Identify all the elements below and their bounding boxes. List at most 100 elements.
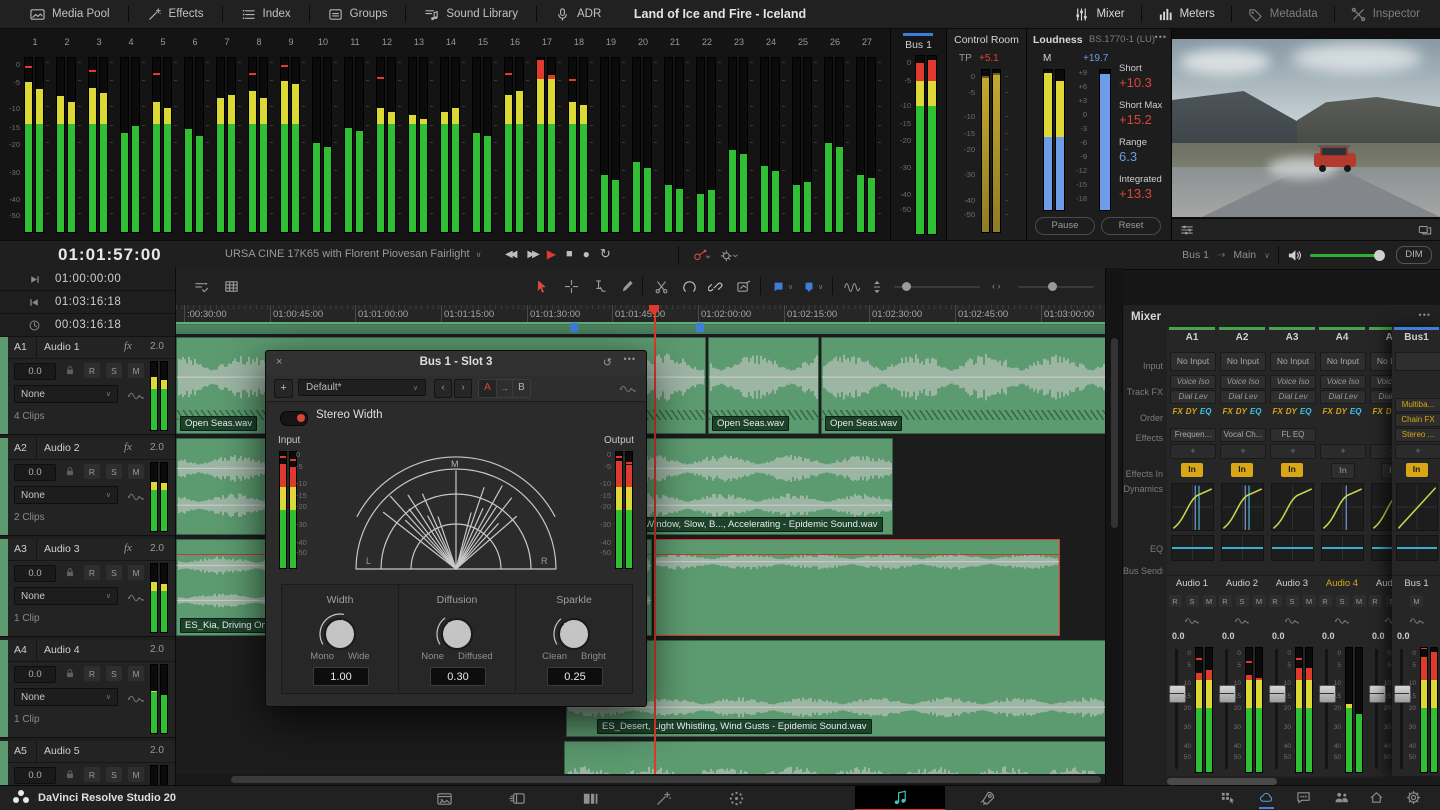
strip-pan-icon[interactable]: [1185, 614, 1199, 628]
strip-effects-in-toggle[interactable]: In: [1331, 463, 1355, 479]
toolbar-button-meters[interactable]: Meters: [1142, 0, 1231, 28]
strip-solo-button[interactable]: S: [1236, 595, 1249, 607]
timeline-ruler[interactable]: :00:30:0001:00:45:0001:01:00:0001:01:15:…: [176, 305, 1105, 323]
track-record-button[interactable]: R: [84, 666, 100, 681]
strip-effect-0[interactable]: Vocal Ch...: [1220, 428, 1266, 442]
pencil-tool-icon[interactable]: [620, 279, 635, 294]
timeline-selector[interactable]: URSA CINE 17K65 with Florent Piovesan Fa…: [225, 248, 481, 260]
crosshair-tool-icon[interactable]: [564, 279, 579, 294]
strip-dynamics-graph[interactable]: [1321, 483, 1364, 531]
strip-record-button[interactable]: R: [1269, 595, 1282, 607]
track-name[interactable]: Audio 2: [44, 442, 80, 454]
strip-solo-button[interactable]: S: [1186, 595, 1199, 607]
zoom-handle[interactable]: [1048, 282, 1057, 291]
strip-track-name[interactable]: Bus 1: [1392, 578, 1440, 589]
playhead-line[interactable]: [654, 308, 656, 774]
mixer-h-scrollbar[interactable]: [1167, 778, 1277, 785]
strip-eq-graph[interactable]: [1221, 535, 1264, 561]
strip-trackfx-1[interactable]: Dial Lev: [1320, 390, 1366, 404]
record-button[interactable]: ●: [583, 247, 590, 261]
audio-clip[interactable]: Open Seas.wav: [708, 337, 819, 434]
strip-trackfx-0[interactable]: Voice Iso: [1270, 375, 1316, 389]
track-gain-value[interactable]: 0.0: [14, 565, 56, 582]
speaker-icon[interactable]: [1287, 248, 1302, 263]
strip-order[interactable]: FXDYEQ: [1267, 407, 1317, 416]
track-name[interactable]: Audio 5: [44, 745, 80, 757]
marker-chevron-icon[interactable]: ∨: [818, 283, 823, 291]
strip-eq-graph[interactable]: [1171, 535, 1214, 561]
strip-eq-graph[interactable]: [1321, 535, 1364, 561]
lock-icon[interactable]: [64, 566, 76, 578]
strip-effects-in-toggle[interactable]: In: [1406, 463, 1428, 477]
knob-sparkle[interactable]: [550, 609, 598, 657]
fade-tool-icon[interactable]: [682, 279, 697, 294]
loudness-menu-icon[interactable]: •••: [1155, 32, 1167, 42]
hzoom-icon[interactable]: ‹ ›: [992, 281, 1001, 291]
timeline-marker[interactable]: [570, 323, 578, 332]
monitor-dest-label[interactable]: Main: [1233, 249, 1256, 261]
strip-pan-icon[interactable]: [1335, 614, 1349, 628]
toolbar-button-index[interactable]: Index: [223, 0, 309, 28]
track-gain-value[interactable]: 0.0: [14, 767, 56, 784]
strip-add-effect-button[interactable]: +: [1170, 444, 1216, 459]
track-solo-button[interactable]: S: [106, 363, 122, 378]
track-gain-value[interactable]: 0.0: [14, 464, 56, 481]
strip-mute-button[interactable]: M: [1410, 595, 1423, 607]
track-name[interactable]: Audio 4: [44, 644, 80, 656]
strip-pan-icon[interactable]: [1235, 614, 1249, 628]
strip-fader-value[interactable]: 0.0: [1322, 631, 1335, 641]
strip-dynamics-graph[interactable]: [1171, 483, 1214, 531]
track-mute-button[interactable]: M: [128, 767, 144, 782]
reset-button[interactable]: Reset: [1101, 217, 1161, 235]
volume-slider-handle[interactable]: [1374, 250, 1385, 261]
strip-mute-button[interactable]: M: [1203, 595, 1216, 607]
strip-pan-icon[interactable]: [1410, 614, 1424, 628]
automation-arm-icon[interactable]: [692, 246, 710, 264]
track-record-button[interactable]: R: [84, 767, 100, 782]
prev-preset-button[interactable]: ‹: [434, 379, 452, 398]
monitor-volume-slider[interactable]: [1310, 248, 1388, 262]
plugin-automation-icon[interactable]: [620, 381, 636, 397]
corner-chat-button[interactable]: [1294, 788, 1314, 810]
strip-mute-button[interactable]: M: [1253, 595, 1266, 607]
marker-icon[interactable]: [802, 280, 816, 294]
strip-trackfx-0[interactable]: Voice Iso: [1170, 375, 1216, 389]
dual-screen-icon[interactable]: [1418, 223, 1432, 237]
knob-diffusion[interactable]: [433, 609, 481, 657]
audio-clip[interactable]: Open Seas.wav: [821, 337, 1105, 434]
monitor-source-label[interactable]: Bus 1: [1182, 249, 1209, 261]
vertical-zoom-icon[interactable]: [870, 280, 884, 294]
page-tab-fairlight[interactable]: [855, 786, 945, 810]
timeline-view-options-icon[interactable]: [194, 279, 209, 294]
track-gain-value[interactable]: 0.0: [14, 363, 56, 380]
strip-track-name[interactable]: Audio 2: [1217, 578, 1267, 589]
strip-effect-2[interactable]: Stereo ...: [1395, 428, 1440, 442]
strip-record-button[interactable]: R: [1319, 595, 1332, 607]
track-solo-button[interactable]: S: [106, 767, 122, 782]
fast-forward-button[interactable]: ▶▶: [524, 249, 536, 260]
strip-input-select[interactable]: [1395, 352, 1440, 371]
track-solo-button[interactable]: S: [106, 464, 122, 479]
knob-value[interactable]: 1.00: [313, 667, 369, 686]
strip-solo-button[interactable]: S: [1336, 595, 1349, 607]
strip-track-name[interactable]: Audio 1: [1167, 578, 1217, 589]
strip-add-effect-button[interactable]: +: [1395, 444, 1440, 459]
corner-remote-monitor-button[interactable]: [1218, 788, 1238, 810]
plugin-titlebar[interactable]: ×Bus 1 - Slot 3↺•••: [266, 351, 646, 376]
strip-track-name[interactable]: Audio 3: [1267, 578, 1317, 589]
strip-effect-1[interactable]: Chain FX: [1395, 413, 1440, 427]
keyframe-editor-icon[interactable]: [736, 279, 751, 294]
track-name[interactable]: Audio 1: [44, 341, 80, 353]
toolbar-button-inspector[interactable]: Inspector: [1335, 0, 1436, 28]
razor-tool-icon[interactable]: [654, 279, 669, 294]
strip-effect-0[interactable]: Frequen...: [1170, 428, 1216, 442]
strip-dynamics-graph[interactable]: [1396, 483, 1438, 531]
preset-dropdown[interactable]: Default*∨: [298, 379, 426, 396]
strip-effect-0[interactable]: Multiba...: [1395, 398, 1440, 412]
strip-trackfx-1[interactable]: Dial Lev: [1220, 390, 1266, 404]
strip-add-effect-button[interactable]: +: [1220, 444, 1266, 459]
strip-mute-button[interactable]: M: [1353, 595, 1366, 607]
pause-button[interactable]: Pause: [1035, 217, 1095, 235]
automation-settings-icon[interactable]: [720, 246, 738, 264]
strip-trackfx-1[interactable]: Dial Lev: [1270, 390, 1316, 404]
